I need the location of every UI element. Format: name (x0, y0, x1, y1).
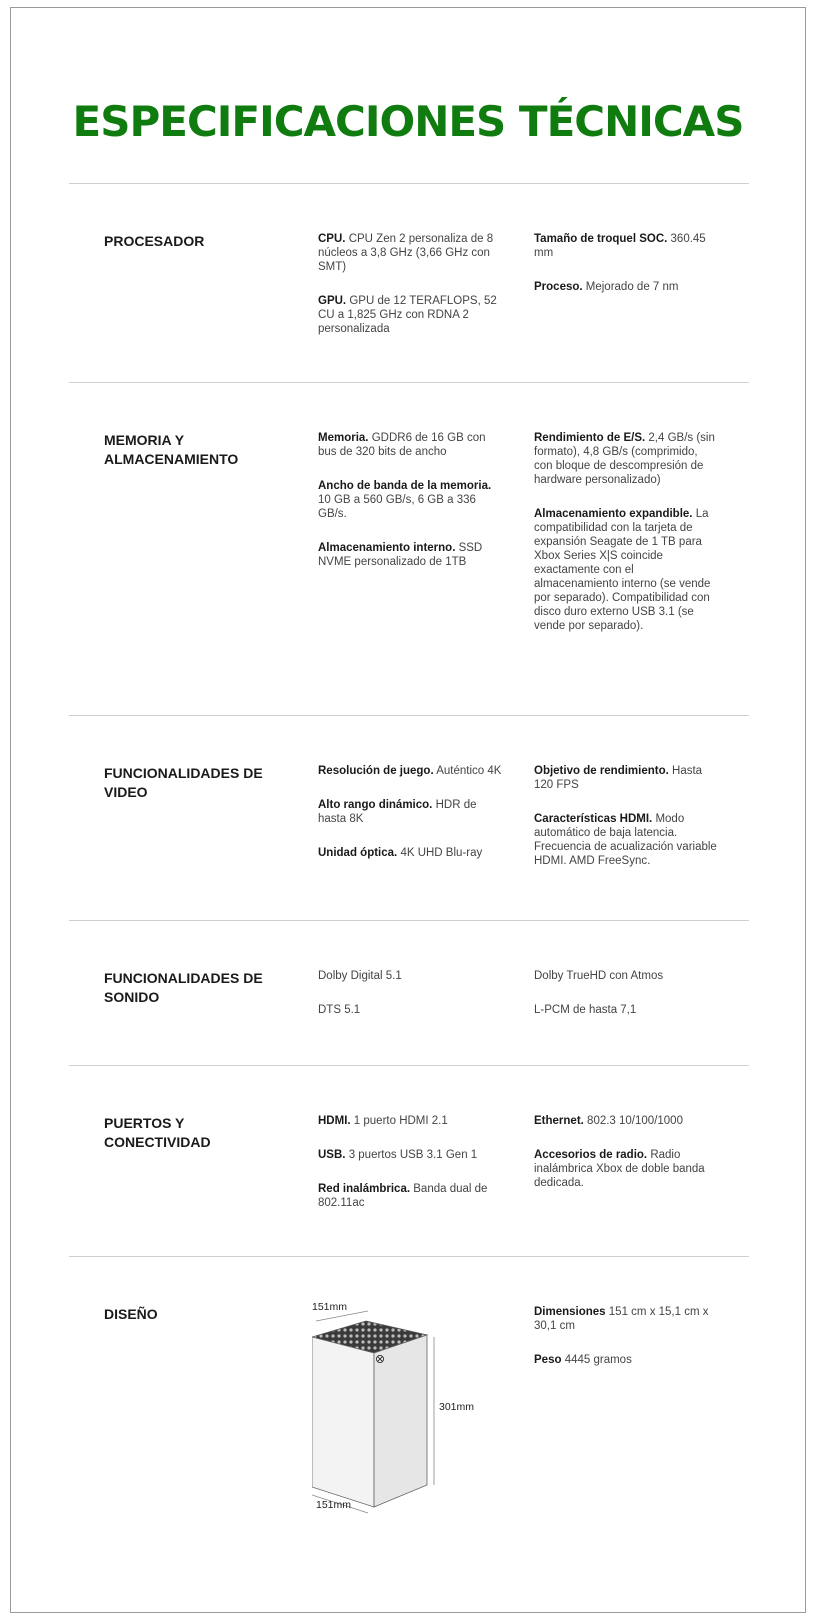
section-sonido: FUNCIONALIDADES DE SONIDO Dolby Digital … (69, 920, 749, 1066)
spec-column: Dolby TrueHD con Atmos L-PCM de hasta 7,… (534, 969, 719, 1037)
spec-column: HDMI. 1 puerto HDMI 2.1 USB. 3 puertos U… (318, 1114, 503, 1230)
section-title: PUERTOS Y CONECTIVIDAD (104, 1115, 211, 1150)
section-diseno: DISEÑO 151mm 301mm 151mm Dimensiones 151… (69, 1256, 749, 1557)
spec-item-almacenamiento-interno: Almacenamiento interno. SSD NVME persona… (318, 542, 483, 568)
spec-item-red-inalambrica: Red inalámbrica. Banda dual de 802.11ac (318, 1183, 488, 1209)
section-title: MEMORIA Y ALMACENAMIENTO (104, 432, 239, 467)
spec-column: Dolby Digital 5.1 DTS 5.1 (318, 969, 503, 1037)
spec-column: Rendimiento de E/S. 2,4 GB/s (sin format… (534, 431, 719, 653)
spec-item-peso: Peso 4445 gramos (534, 1354, 632, 1366)
spec-item-hdmi-caracteristicas: Características HDMI. Modo automático de… (534, 813, 717, 867)
section-puertos: PUERTOS Y CONECTIVIDAD HDMI. 1 puerto HD… (69, 1065, 749, 1257)
spec-item-dts: DTS 5.1 (318, 1004, 361, 1016)
spec-item-ethernet: Ethernet. 802.3 10/100/1000 (534, 1115, 683, 1127)
page-title: ESPECIFICACIONES TÉCNICAS (72, 97, 745, 146)
spec-item-objetivo: Objetivo de rendimiento. Hasta 120 FPS (534, 765, 703, 791)
dimension-label-side: 301mm (439, 1401, 475, 1413)
spec-item-lpcm: L-PCM de hasta 7,1 (534, 1004, 637, 1016)
spec-item-soc: Tamaño de troquel SOC. 360.45 mm (534, 233, 706, 259)
spec-column: Ethernet. 802.3 10/100/1000 Accesorios d… (534, 1114, 719, 1210)
spec-item-unidad-optica: Unidad óptica. 4K UHD Blu-ray (318, 847, 483, 859)
spec-item-hdr: Alto rango dinámico. HDR de hasta 8K (318, 799, 477, 825)
spec-item-ancho-banda: Ancho de banda de la memoria. 10 GB a 56… (318, 480, 492, 520)
spec-column: Tamaño de troquel SOC. 360.45 mm Proceso… (534, 232, 719, 314)
spec-column: Dimensiones 151 cm x 15,1 cm x 30,1 cm P… (534, 1305, 719, 1387)
spec-item-hdmi: HDMI. 1 puerto HDMI 2.1 (318, 1115, 448, 1127)
spec-item-resolucion: Resolución de juego. Auténtico 4K (318, 765, 502, 777)
section-video: FUNCIONALIDADES DE VIDEO Resolución de j… (69, 715, 749, 921)
section-title: FUNCIONALIDADES DE VIDEO (104, 765, 263, 800)
spec-item-dolby-truehd: Dolby TrueHD con Atmos (534, 970, 664, 982)
spec-item-proceso: Proceso. Mejorado de 7 nm (534, 281, 679, 293)
section-procesador: PROCESADOR CPU. CPU Zen 2 personaliza de… (69, 183, 749, 383)
spec-item-dimensiones: Dimensiones 151 cm x 15,1 cm x 30,1 cm (534, 1306, 709, 1332)
spec-column: Resolución de juego. Auténtico 4K Alto r… (318, 764, 503, 880)
spec-item-dolby-digital: Dolby Digital 5.1 (318, 970, 402, 982)
spec-column: CPU. CPU Zen 2 personaliza de 8 núcleos … (318, 232, 503, 356)
console-diagram: 151mm 301mm 151mm (312, 1297, 492, 1517)
dimension-label-bottom: 151mm (316, 1499, 352, 1511)
section-title: DISEÑO (104, 1306, 158, 1322)
spec-item-usb: USB. 3 puertos USB 3.1 Gen 1 (318, 1149, 478, 1161)
spec-item-cpu: CPU. CPU Zen 2 personaliza de 8 núcleos … (318, 233, 494, 273)
spec-column: Memoria. GDDR6 de 16 GB con bus de 320 b… (318, 431, 503, 589)
section-title: FUNCIONALIDADES DE SONIDO (104, 970, 263, 1005)
spec-item-rendimiento-es: Rendimiento de E/S. 2,4 GB/s (sin format… (534, 432, 715, 486)
section-memoria: MEMORIA Y ALMACENAMIENTO Memoria. GDDR6 … (69, 382, 749, 716)
spec-item-gpu: GPU. GPU de 12 TERAFLOPS, 52 CU a 1,825 … (318, 295, 497, 335)
spec-item-almacenamiento-expandible: Almacenamiento expandible. La compatibil… (534, 508, 711, 632)
spec-item-accesorios-radio: Accesorios de radio. Radio inalámbrica X… (534, 1149, 705, 1189)
spec-column: Objetivo de rendimiento. Hasta 120 FPS C… (534, 764, 719, 888)
spec-item-memoria: Memoria. GDDR6 de 16 GB con bus de 320 b… (318, 432, 486, 458)
section-title: PROCESADOR (104, 233, 205, 249)
